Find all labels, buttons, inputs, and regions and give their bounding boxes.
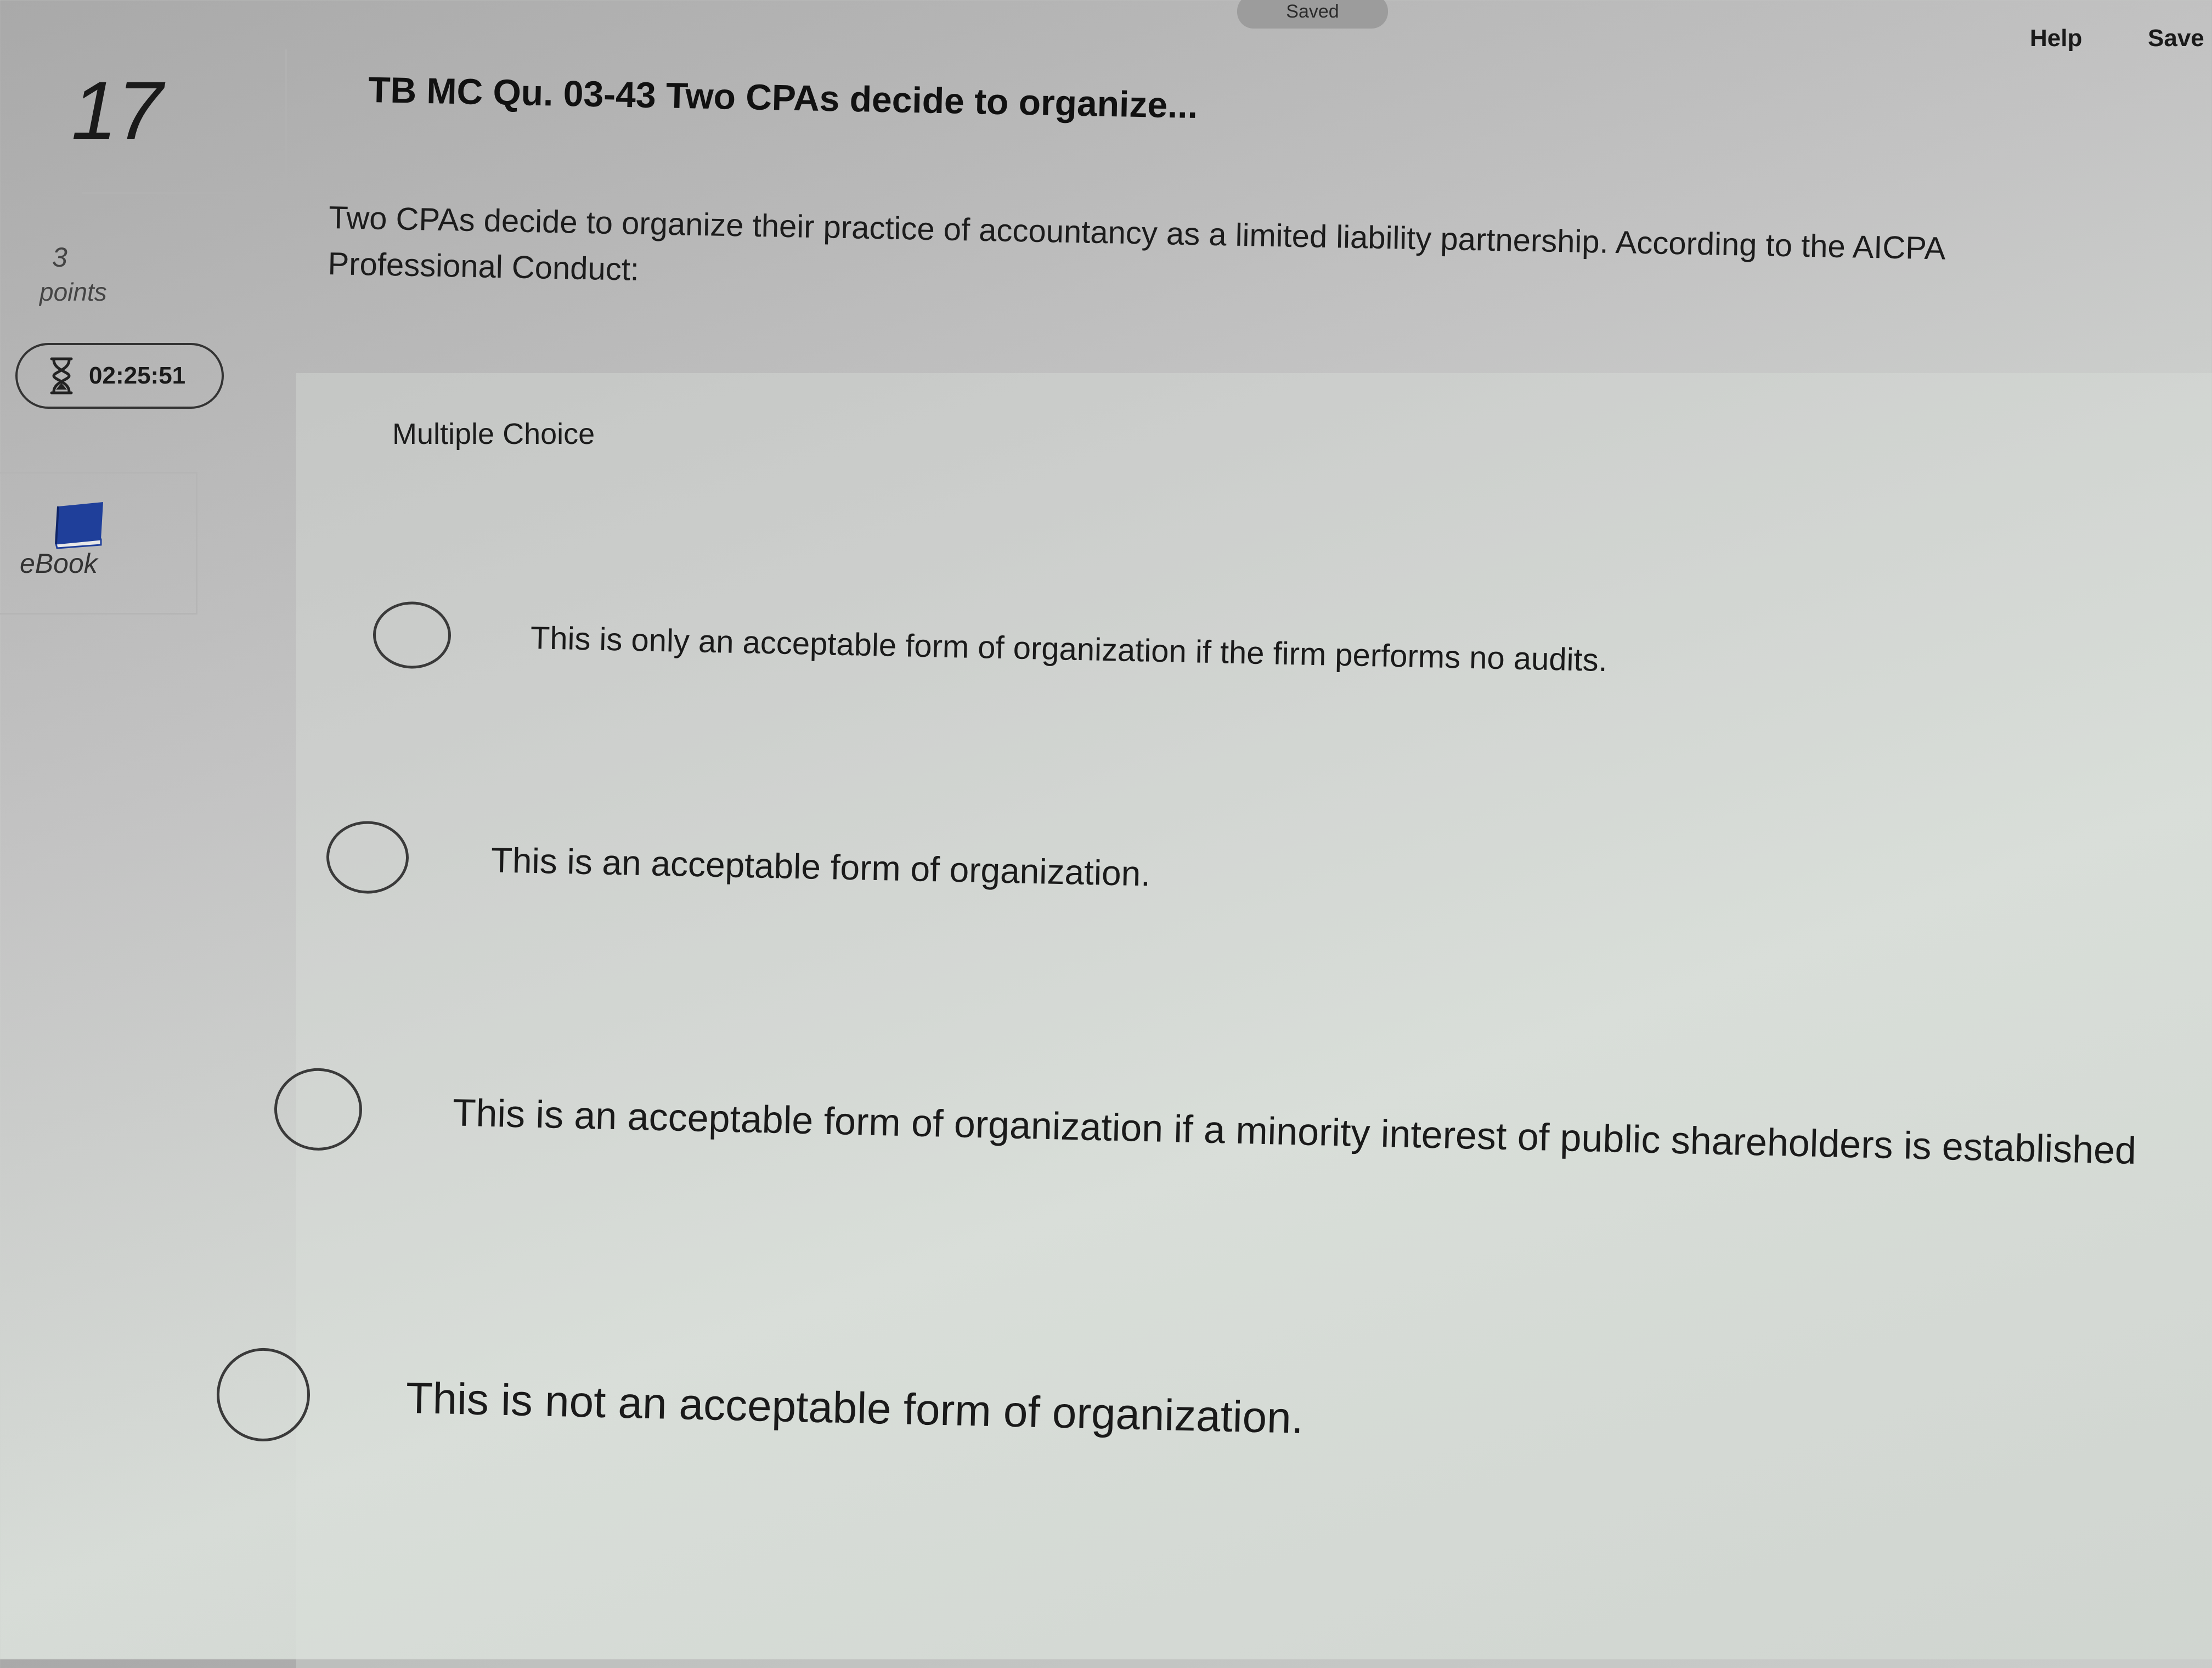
help-link[interactable]: Help xyxy=(2030,25,2082,52)
points-label: points xyxy=(40,278,107,306)
radio-button[interactable] xyxy=(372,601,452,669)
answer-option-label: This is not an acceptable form of organi… xyxy=(405,1373,1304,1442)
radio-button[interactable] xyxy=(273,1067,363,1152)
radio-button[interactable] xyxy=(216,1347,311,1442)
timer-value: 02:25:51 xyxy=(89,362,186,389)
hourglass-icon xyxy=(45,356,78,396)
ebook-button[interactable]: eBook xyxy=(0,472,198,615)
question-type-label: Multiple Choice xyxy=(392,418,595,450)
answer-panel xyxy=(296,373,2212,1668)
save-link[interactable]: Save xyxy=(2148,25,2204,52)
radio-button[interactable] xyxy=(325,820,410,895)
saved-status-badge: Saved xyxy=(1237,0,1388,29)
answer-option-label: This is only an acceptable form of organ… xyxy=(530,619,1608,678)
question-number: 17 xyxy=(71,64,163,156)
answer-option-label: This is an acceptable form of organizati… xyxy=(490,840,1151,894)
timer[interactable]: 02:25:51 xyxy=(15,343,224,409)
book-icon xyxy=(50,501,108,549)
question-title: TB MC Qu. 03-43 Two CPAs decide to organ… xyxy=(368,69,1198,126)
points-value: 3 xyxy=(52,242,67,273)
question-text: Two CPAs decide to organize their practi… xyxy=(328,195,2211,323)
ebook-label: eBook xyxy=(20,548,98,579)
